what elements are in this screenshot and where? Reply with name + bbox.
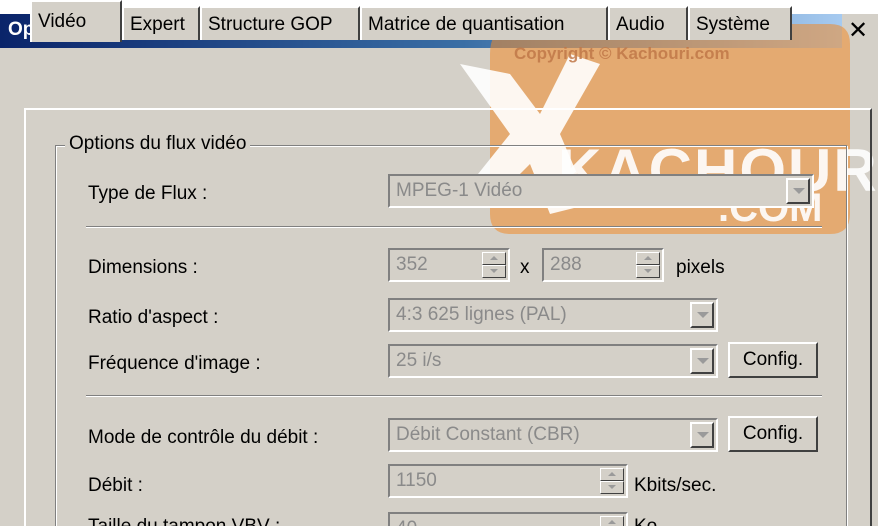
tab-structure-gop[interactable]: Structure GOP — [200, 6, 360, 40]
bitrate-spin-buttons[interactable] — [600, 468, 624, 494]
tab-quantisation-matrix[interactable]: Matrice de quantisation — [360, 6, 608, 40]
bitrate-label: Débit : — [88, 475, 143, 496]
vbv-stepper[interactable]: 40 — [388, 512, 628, 526]
tab-expert[interactable]: Expert — [122, 6, 200, 40]
vbv-label: Taille du tampon VBV : — [88, 516, 280, 526]
width-stepper[interactable]: 352 — [388, 248, 510, 282]
framerate-label: Fréquence d'image : — [88, 353, 261, 374]
separator-1 — [86, 226, 822, 228]
framerate-value: 25 i/s — [396, 350, 442, 371]
rate-mode-config-button[interactable]: Config. — [728, 416, 818, 452]
stream-type-select[interactable]: MPEG-1 Vidéo — [388, 174, 814, 208]
pixels-unit: pixels — [676, 257, 725, 278]
width-spin-buttons[interactable] — [482, 252, 506, 278]
mpeg-options-dialog: Option MPEG ✕ Copyright © Kachouri.com K… — [0, 0, 878, 526]
chevron-down-icon[interactable] — [690, 302, 714, 328]
rate-mode-label: Mode de contrôle du débit : — [88, 427, 319, 448]
group-legend: Options du flux vidéo — [65, 133, 251, 155]
chevron-down-icon[interactable] — [786, 178, 810, 204]
stream-type-label: Type de Flux : — [88, 183, 208, 204]
separator-2 — [86, 395, 822, 397]
vbv-value: 40 — [396, 518, 417, 526]
framerate-select[interactable]: 25 i/s — [388, 344, 718, 378]
vbv-spin-buttons[interactable] — [600, 516, 624, 526]
close-icon[interactable]: ✕ — [842, 16, 874, 46]
bitrate-unit: Kbits/sec. — [634, 475, 717, 496]
tab-audio[interactable]: Audio — [608, 6, 688, 40]
aspect-ratio-value: 4:3 625 lignes (PAL) — [396, 304, 567, 325]
stream-type-value: MPEG-1 Vidéo — [396, 180, 523, 201]
height-value: 288 — [550, 254, 582, 275]
vbv-unit: Ko — [634, 516, 657, 526]
width-value: 352 — [396, 254, 428, 275]
dimensions-label: Dimensions : — [88, 257, 198, 278]
height-spin-buttons[interactable] — [636, 252, 660, 278]
bitrate-stepper[interactable]: 1150 — [388, 464, 628, 498]
aspect-ratio-select[interactable]: 4:3 625 lignes (PAL) — [388, 298, 718, 332]
rate-mode-select[interactable]: Débit Constant (CBR) — [388, 418, 718, 452]
bitrate-value: 1150 — [396, 470, 437, 491]
tab-video[interactable]: Vidéo — [30, 0, 122, 42]
height-stepper[interactable]: 288 — [542, 248, 664, 282]
framerate-config-button[interactable]: Config. — [728, 342, 818, 378]
dimensions-separator: x — [520, 257, 530, 278]
rate-mode-value: Débit Constant (CBR) — [396, 424, 580, 445]
watermark-copyright: Copyright © Kachouri.com — [514, 44, 730, 63]
aspect-ratio-label: Ratio d'aspect : — [88, 307, 219, 328]
tab-system[interactable]: Système — [688, 6, 792, 40]
chevron-down-icon[interactable] — [690, 422, 714, 448]
chevron-down-icon[interactable] — [690, 348, 714, 374]
